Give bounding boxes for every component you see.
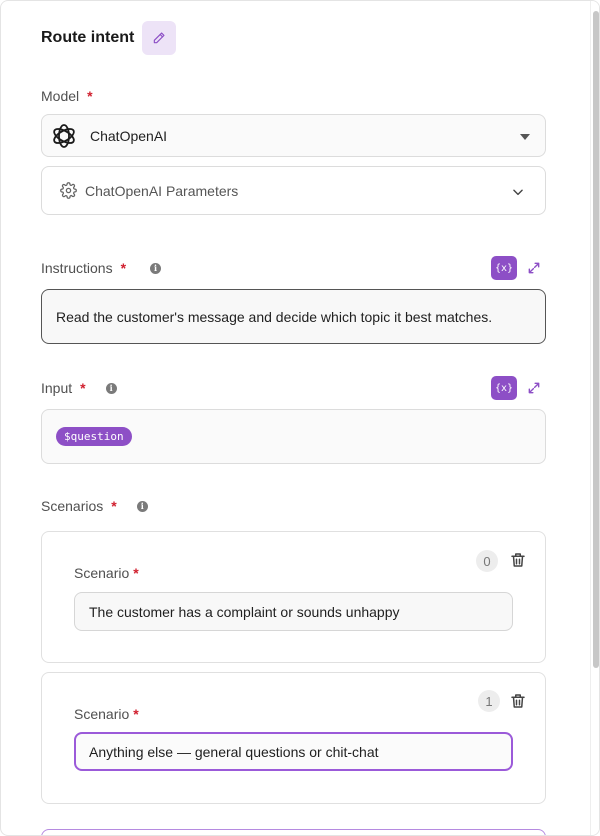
expand-editor-button[interactable] bbox=[525, 379, 543, 397]
model-label-text: Model bbox=[41, 88, 80, 104]
required-mark: * bbox=[80, 380, 86, 396]
required-mark: * bbox=[87, 88, 93, 104]
model-parameters-label: ChatOpenAI Parameters bbox=[85, 182, 239, 199]
node-settings-panel: Route intent Model * ChatOpenAI ChatOpenA… bbox=[0, 0, 600, 836]
input-label-text: Input bbox=[41, 380, 73, 396]
delete-scenario-button[interactable] bbox=[509, 551, 527, 569]
trash-icon bbox=[511, 694, 525, 708]
required-mark: * bbox=[133, 565, 139, 581]
scenario-card: 1 Scenario * Anything else — general ques… bbox=[41, 672, 546, 804]
required-mark: * bbox=[133, 706, 139, 722]
gear-icon bbox=[60, 182, 77, 199]
variable-chip[interactable]: $question bbox=[56, 427, 132, 446]
insert-variable-button[interactable]: {x} bbox=[491, 256, 517, 280]
input-label: Input * i bbox=[41, 379, 117, 397]
scenario-label: Scenario * bbox=[74, 565, 139, 581]
dropdown-caret-icon bbox=[520, 134, 530, 140]
scenario-index-badge: 1 bbox=[478, 690, 500, 712]
scrollbar[interactable] bbox=[590, 1, 599, 835]
add-scenario-button[interactable] bbox=[41, 829, 546, 835]
trash-icon bbox=[511, 553, 525, 567]
chevron-down-icon bbox=[513, 189, 523, 196]
model-label: Model * bbox=[41, 87, 93, 105]
instructions-label-text: Instructions bbox=[41, 260, 113, 276]
input-field[interactable]: $question bbox=[41, 409, 546, 464]
info-icon[interactable]: i bbox=[105, 382, 117, 394]
scenarios-label-text: Scenarios bbox=[41, 498, 104, 514]
model-select[interactable]: ChatOpenAI bbox=[41, 114, 546, 157]
expand-icon bbox=[528, 382, 540, 394]
info-icon[interactable]: i bbox=[150, 262, 162, 274]
scenario-label-text: Scenario bbox=[74, 706, 130, 722]
scenario-label-text: Scenario bbox=[74, 565, 130, 581]
scrollbar-thumb[interactable] bbox=[593, 11, 599, 668]
info-icon[interactable]: i bbox=[136, 500, 148, 512]
edit-title-button[interactable] bbox=[142, 21, 176, 55]
model-selected-value: ChatOpenAI bbox=[90, 127, 168, 144]
scenario-input[interactable]: The customer has a complaint or sounds u… bbox=[74, 592, 513, 631]
scenario-index-badge: 0 bbox=[476, 550, 498, 572]
pencil-icon bbox=[153, 32, 165, 44]
insert-variable-button[interactable]: {x} bbox=[491, 376, 517, 400]
scenarios-label: Scenarios * i bbox=[41, 497, 148, 515]
required-mark: * bbox=[120, 260, 127, 276]
node-title: Route intent bbox=[41, 29, 135, 46]
instructions-label: Instructions * i bbox=[41, 259, 162, 277]
expand-editor-button[interactable] bbox=[525, 259, 543, 277]
required-mark: * bbox=[111, 498, 117, 514]
scenario-input[interactable]: Anything else — general questions or chi… bbox=[74, 732, 513, 771]
scenario-label: Scenario * bbox=[74, 706, 139, 722]
instructions-field[interactable]: Read the customer's message and decide w… bbox=[41, 289, 546, 344]
delete-scenario-button[interactable] bbox=[509, 692, 527, 710]
model-parameters-accordion[interactable]: ChatOpenAI Parameters bbox=[41, 166, 546, 215]
openai-logo-icon bbox=[53, 123, 75, 148]
expand-icon bbox=[528, 262, 540, 274]
scenario-card: 0 Scenario * The customer has a complaint… bbox=[41, 531, 546, 663]
